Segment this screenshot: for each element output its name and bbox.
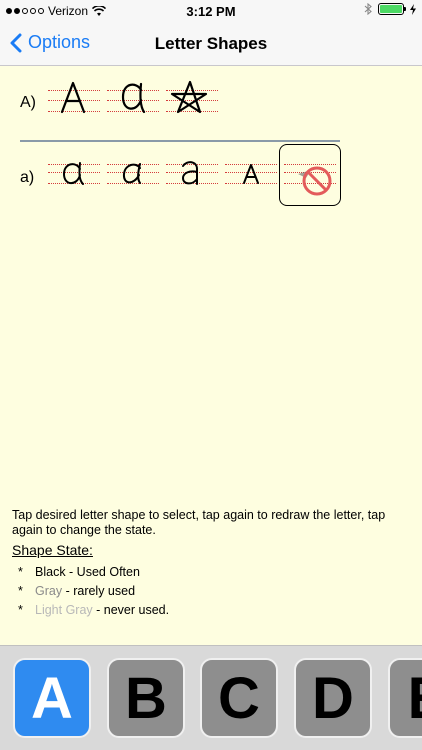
shape-state-title: Shape State: [12,542,93,558]
letter-a-script-glyph [121,82,146,114]
uppercase-row-label: A) [20,94,36,111]
uppercase-shape-3[interactable] [166,78,218,122]
letter-a-italic-glyph [122,163,141,184]
lowercase-shape-1[interactable] [48,155,100,199]
letter-shapes-screen: Verizon 3:12 PM Options Letter Shapes A)… [0,0,422,750]
letter-A-small-glyph [243,164,259,184]
letter-key-b[interactable]: B [107,658,185,738]
star-glyph [170,80,208,114]
state-name-black: Black [35,564,66,579]
uppercase-shape-1[interactable] [48,78,100,122]
page-title: Letter Shapes [154,34,268,53]
state-desc-light-gray: - never used. [92,602,170,617]
selected-shape-frame [279,144,341,206]
navigation-bar: Options Letter Shapes [0,22,422,66]
state-desc-black: - Used Often [65,564,140,579]
bullet: * [18,583,23,598]
shape-state-item-light-gray: * Light Gray - never used. [18,600,169,619]
shape-state-item-gray: * Gray - rarely used [18,581,169,600]
status-time: 3:12 PM [186,4,236,19]
status-right [364,3,416,15]
letter-key-a[interactable]: A [13,658,91,738]
shape-state-item-black: * Black - Used Often [18,562,169,581]
bullet: * [18,602,23,617]
letter-selector-bar: A B C D E [0,645,422,750]
state-name-light-gray: Light Gray [35,602,93,617]
letter-a-round-glyph [63,162,84,185]
lowercase-shape-2[interactable] [107,155,159,199]
letter-key-d[interactable]: D [294,658,372,738]
row-divider [20,140,340,142]
bluetooth-icon [364,3,372,15]
lowercase-shape-4[interactable] [225,155,277,199]
lowercase-shape-3[interactable] [166,155,218,199]
instructions-text: Tap desired letter shape to select, tap … [12,508,386,537]
lowercase-row-label: a) [20,169,35,186]
letter-A-print-glyph [60,81,86,114]
status-bar: Verizon 3:12 PM [0,0,422,22]
uppercase-shape-2[interactable] [107,78,159,122]
bullet: * [18,564,23,579]
state-name-gray: Gray [35,583,63,598]
charging-bolt-icon [410,3,416,15]
shape-state-list: * Black - Used Often * Gray - rarely use… [18,562,169,619]
letter-a-double-story-glyph [182,161,198,185]
battery-icon [378,3,406,15]
letter-key-e[interactable]: E [388,658,422,738]
letter-key-c[interactable]: C [200,658,278,738]
state-desc-gray: - rarely used [62,583,136,598]
